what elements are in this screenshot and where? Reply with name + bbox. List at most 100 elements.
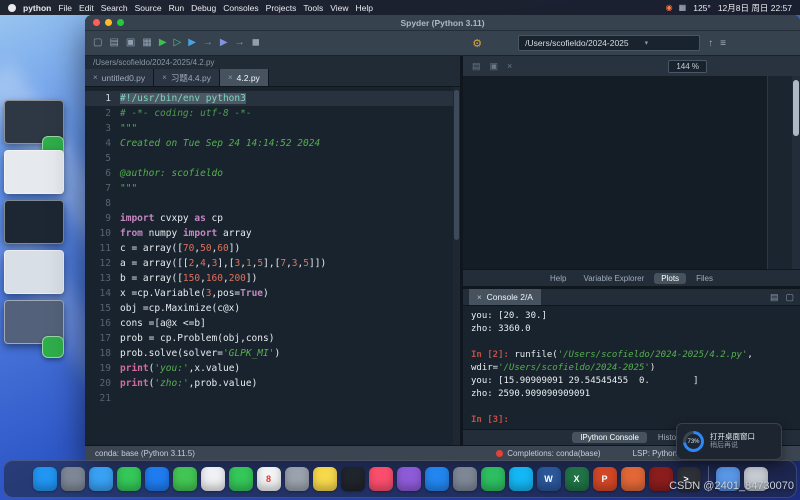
menu-item-tools[interactable]: Tools bbox=[303, 3, 323, 13]
dock-icon-music[interactable] bbox=[369, 467, 393, 491]
dock-icon-word[interactable]: W bbox=[537, 467, 561, 491]
dock-icon-photos[interactable] bbox=[201, 467, 225, 491]
dock-icon-matlab[interactable] bbox=[621, 467, 645, 491]
open-file-button[interactable]: ▤ bbox=[109, 38, 118, 48]
pane-tab-plots[interactable]: Plots bbox=[654, 273, 686, 284]
code-line[interactable]: 1#!/usr/bin/env python3 bbox=[85, 91, 460, 106]
plots-thumbnail-column[interactable] bbox=[768, 76, 792, 269]
code-line[interactable]: 9import cvxpy as cp bbox=[85, 211, 460, 226]
code-line[interactable]: 5 bbox=[85, 151, 460, 166]
menu-item-view[interactable]: View bbox=[330, 3, 348, 13]
window-thumbnail[interactable] bbox=[4, 200, 64, 244]
code-line[interactable]: 4Created on Tue Sep 24 14:14:52 2024 bbox=[85, 136, 460, 151]
code-line[interactable]: 15obj =cp.Maximize(c@x) bbox=[85, 301, 460, 316]
dock-icon-finder[interactable] bbox=[33, 467, 57, 491]
console-tab[interactable]: × Console 2/A bbox=[469, 289, 541, 305]
plots-options-button[interactable]: ▤ bbox=[472, 61, 481, 72]
run-button[interactable]: ▶ bbox=[159, 38, 167, 48]
code-line[interactable]: 12a = array([[2,4,3],[3,1,5],[7,3,5]]) bbox=[85, 256, 460, 271]
run-cell-advance-button[interactable]: ▶ bbox=[188, 38, 196, 48]
code-line[interactable]: 3""" bbox=[85, 121, 460, 136]
code-line[interactable]: 13b = array([150,160,200]) bbox=[85, 271, 460, 286]
working-directory-select[interactable]: /Users/scofieldo/2024-2025 ▾ bbox=[518, 35, 700, 51]
save-all-button[interactable]: ▦ bbox=[142, 38, 151, 48]
editor-scrollbar-thumb[interactable] bbox=[454, 90, 459, 240]
save-plot-button[interactable]: ▣ bbox=[490, 61, 499, 72]
stop-button[interactable]: ◼ bbox=[252, 38, 260, 48]
debug-button[interactable]: ▶ bbox=[220, 38, 228, 48]
app-badge-icon[interactable] bbox=[42, 336, 64, 358]
window-thumbnail[interactable] bbox=[4, 150, 64, 194]
notification-primary-action[interactable]: 打开桌面窗口 bbox=[710, 432, 755, 441]
dock-icon-contacts[interactable] bbox=[285, 467, 309, 491]
dock-icon-powerpoint[interactable]: P bbox=[593, 467, 617, 491]
close-tab-icon[interactable]: × bbox=[93, 73, 98, 82]
editor-tab-4.2.py[interactable]: ×4.2.py bbox=[220, 69, 269, 86]
dock-icon-qq[interactable] bbox=[509, 467, 533, 491]
preferences-wrench-icon[interactable]: ⚙ bbox=[472, 37, 482, 50]
code-line[interactable]: 16cons =[a@x <=b] bbox=[85, 316, 460, 331]
window-titlebar[interactable]: Spyder (Python 3.11) bbox=[85, 15, 800, 31]
console-environment-button[interactable]: ▢ bbox=[785, 292, 794, 303]
menu-item-source[interactable]: Source bbox=[135, 3, 162, 13]
step-button[interactable]: → bbox=[235, 38, 245, 48]
code-line[interactable]: 17prob = cp.Problem(obj,cons) bbox=[85, 331, 460, 346]
code-line[interactable]: 14x =cp.Variable(3,pos=True) bbox=[85, 286, 460, 301]
code-line[interactable]: 7""" bbox=[85, 181, 460, 196]
menu-item-search[interactable]: Search bbox=[101, 3, 128, 13]
pane-tab-files[interactable]: Files bbox=[689, 273, 720, 284]
code-line[interactable]: 20print('zho:',prob.value) bbox=[85, 376, 460, 391]
dock-icon-tv[interactable] bbox=[341, 467, 365, 491]
toolbar-options-button[interactable]: ≡ bbox=[720, 38, 726, 49]
code-line[interactable]: 2# -*- coding: utf-8 -*- bbox=[85, 106, 460, 121]
dock-icon-messages[interactable] bbox=[117, 467, 141, 491]
dock-icon-facetime[interactable] bbox=[229, 467, 253, 491]
editor-tab-习题4.4.py[interactable]: ×习题4.4.py bbox=[154, 69, 220, 86]
code-line[interactable]: 19print('you:',x.value) bbox=[85, 361, 460, 376]
console-options-button[interactable]: ▤ bbox=[770, 292, 779, 303]
display-icon[interactable]: ▦ bbox=[679, 3, 687, 12]
menu-item-help[interactable]: Help bbox=[356, 3, 373, 13]
notification-secondary-action[interactable]: 稍后再说 bbox=[710, 442, 755, 451]
dock-icon-notes[interactable] bbox=[313, 467, 337, 491]
tab-ipython-console[interactable]: IPython Console bbox=[572, 432, 647, 443]
code-line[interactable]: 10from numpy import array bbox=[85, 226, 460, 241]
code-line[interactable]: 6@author: scofieldo bbox=[85, 166, 460, 181]
dock-icon-excel[interactable]: X bbox=[565, 467, 589, 491]
editor-scrollbar[interactable] bbox=[453, 87, 460, 445]
menu-item-projects[interactable]: Projects bbox=[266, 3, 297, 13]
notification-popup[interactable]: 73% 打开桌面窗口 稍后再说 bbox=[676, 423, 782, 460]
menu-item-debug[interactable]: Debug bbox=[191, 3, 216, 13]
dock-icon-safari[interactable] bbox=[89, 467, 113, 491]
window-thumbnail[interactable] bbox=[4, 250, 64, 294]
new-file-button[interactable]: ▢ bbox=[93, 38, 102, 48]
remove-plot-button[interactable]: × bbox=[507, 61, 512, 72]
run-selection-button[interactable]: → bbox=[203, 38, 213, 48]
code-line[interactable]: 8 bbox=[85, 196, 460, 211]
plots-scrollbar[interactable] bbox=[792, 76, 800, 269]
save-button[interactable]: ▣ bbox=[126, 38, 135, 48]
apple-menu-icon[interactable] bbox=[8, 4, 16, 12]
menu-item-file[interactable]: File bbox=[58, 3, 72, 13]
dock-icon-launchpad[interactable] bbox=[61, 467, 85, 491]
menu-item-edit[interactable]: Edit bbox=[79, 3, 94, 13]
dock-icon-appstore[interactable] bbox=[425, 467, 449, 491]
dock-icon-calendar[interactable]: 8 bbox=[257, 467, 281, 491]
parent-directory-button[interactable]: ↑ bbox=[708, 38, 713, 49]
menu-clock[interactable]: 12月8日 周日 22:57 bbox=[718, 2, 792, 14]
pane-tab-variable-explorer[interactable]: Variable Explorer bbox=[576, 273, 651, 284]
ipython-console[interactable]: you: [20. 30.]zho: 3360.0 In [2]: runfil… bbox=[463, 306, 800, 429]
close-tab-icon[interactable]: × bbox=[228, 73, 233, 82]
code-line[interactable]: 21 bbox=[85, 391, 460, 406]
close-console-icon[interactable]: × bbox=[477, 293, 482, 302]
code-editor[interactable]: 1#!/usr/bin/env python32# -*- coding: ut… bbox=[85, 87, 460, 445]
code-line[interactable]: 11c = array([70,50,60]) bbox=[85, 241, 460, 256]
app-menu-name[interactable]: python bbox=[23, 3, 51, 13]
close-tab-icon[interactable]: × bbox=[162, 73, 167, 82]
plots-zoom-control[interactable]: 144 % bbox=[668, 60, 707, 73]
menu-item-run[interactable]: Run bbox=[169, 3, 185, 13]
run-cell-button[interactable]: ▷ bbox=[174, 38, 182, 48]
menu-item-consoles[interactable]: Consoles bbox=[223, 3, 258, 13]
pane-tab-help[interactable]: Help bbox=[543, 273, 573, 284]
dock-icon-wechat[interactable] bbox=[481, 467, 505, 491]
